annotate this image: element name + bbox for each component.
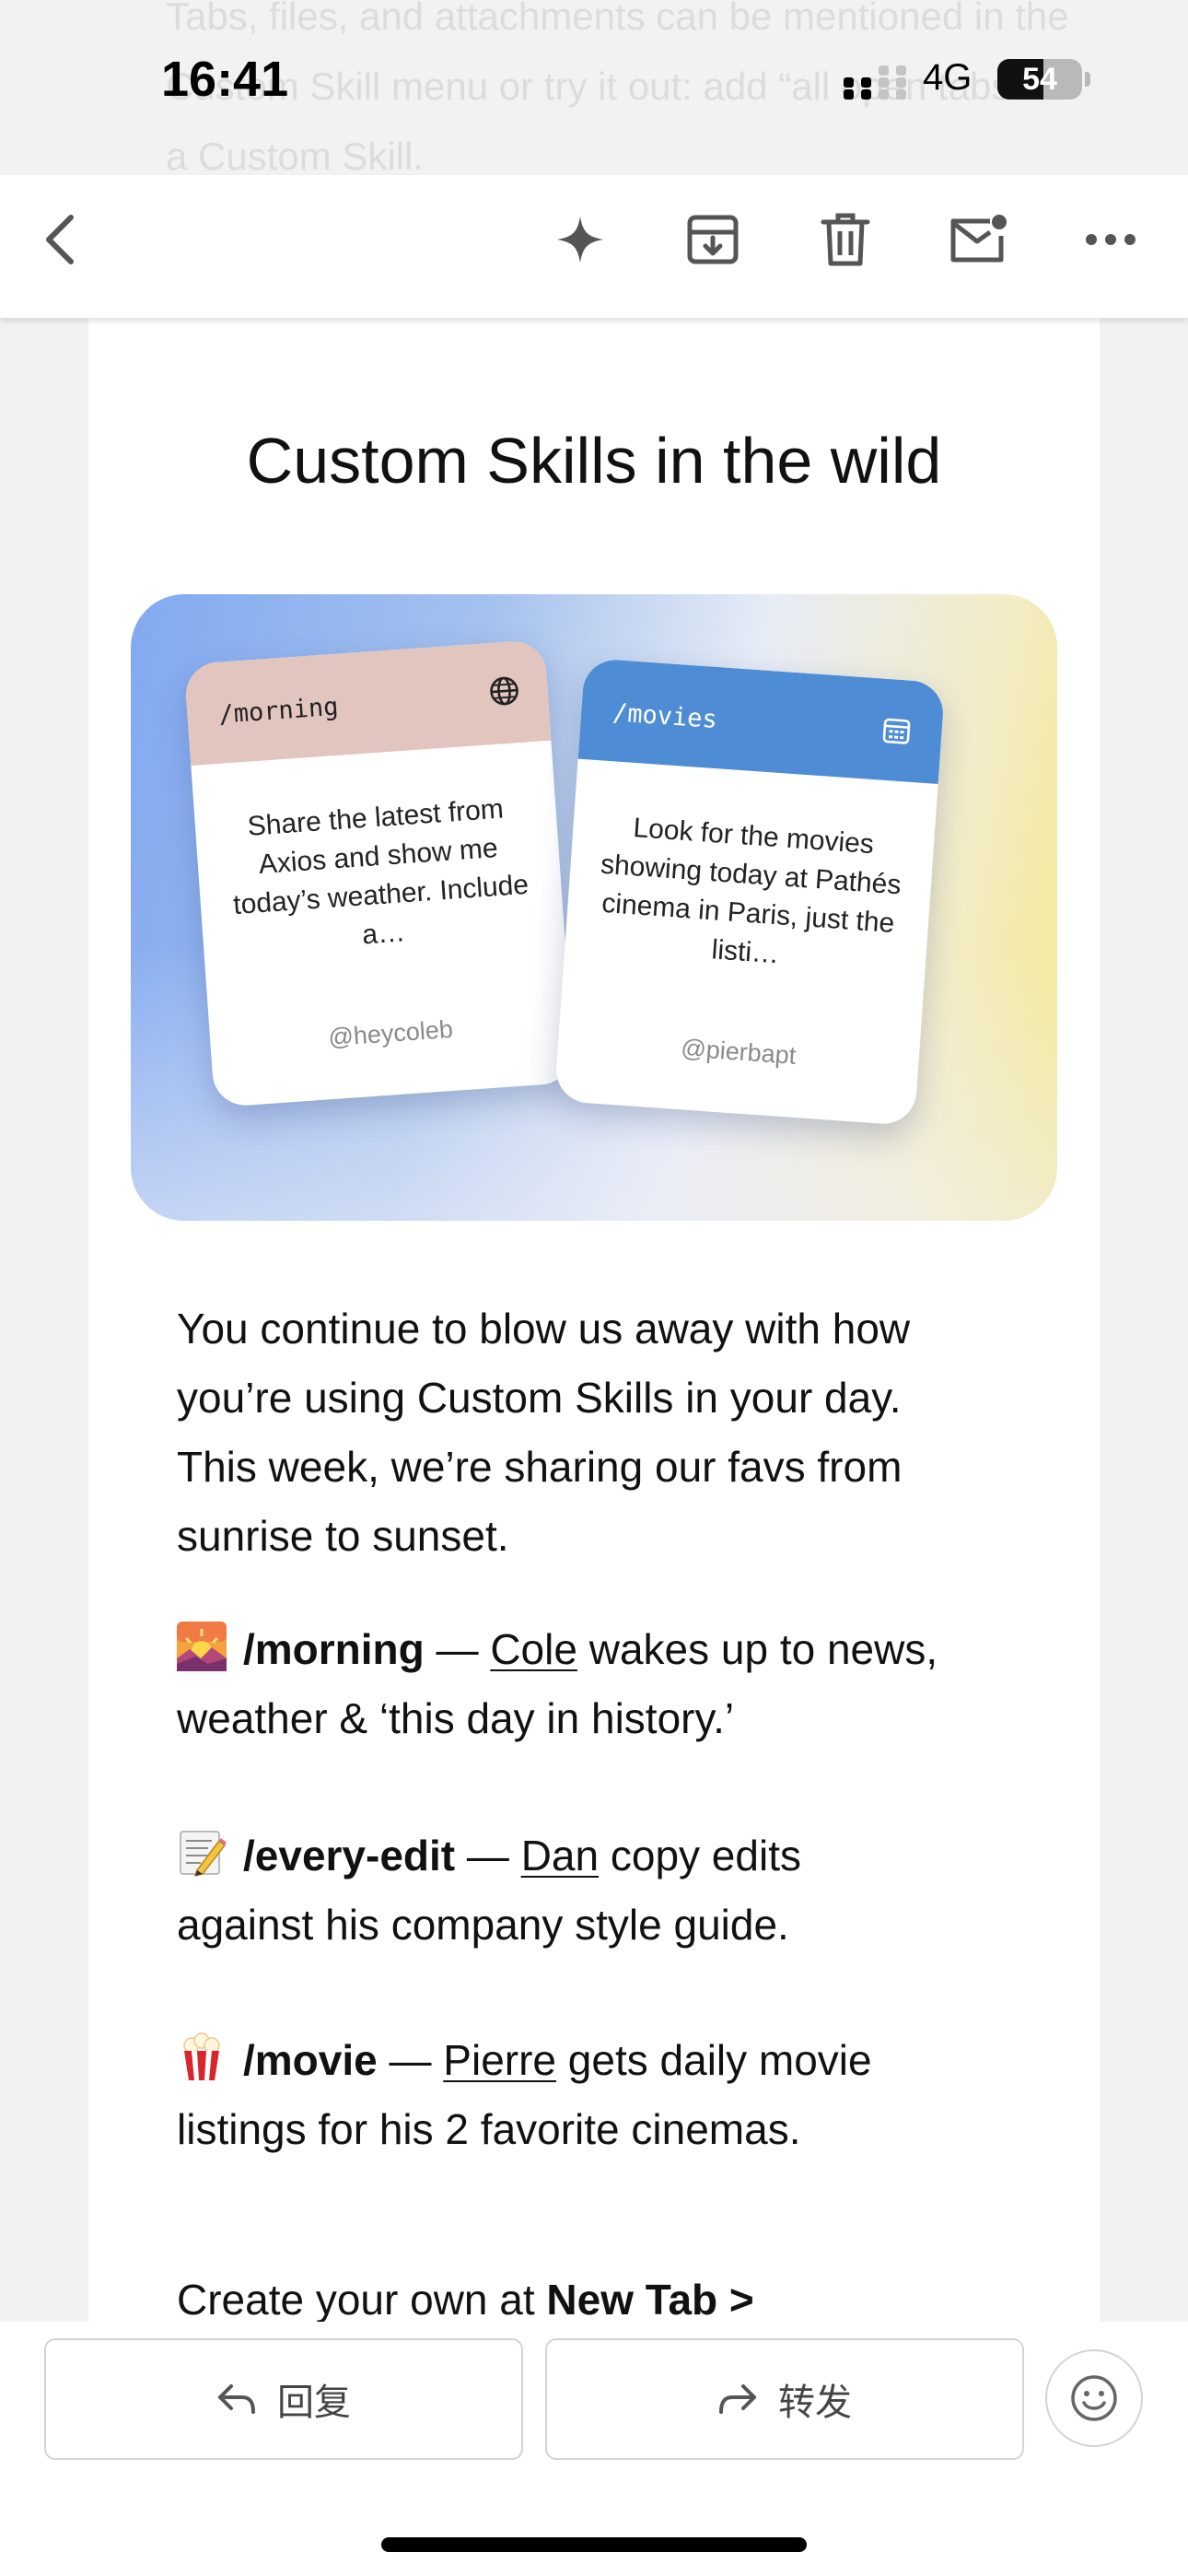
email-toolbar: [0, 175, 1188, 318]
skill-command: /morning: [243, 1625, 425, 1673]
skill-item-movie: /movie — Pierre gets daily movie listing…: [177, 2026, 872, 2164]
calendar-icon: [882, 718, 911, 744]
user-link-dan[interactable]: Dan: [521, 1832, 599, 1879]
hero-image: /morning Share the latest from Axios and…: [131, 594, 1057, 1221]
reaction-button[interactable]: [1045, 2349, 1143, 2447]
skill-item-every-edit: /every-edit — Dan copy edits against his…: [177, 1821, 801, 1960]
intro-paragraph: You continue to blow us away with how yo…: [177, 1294, 910, 1571]
skill-description: gets daily movie: [556, 2036, 872, 2084]
skill-description-line: against his company style guide.: [177, 1901, 789, 1949]
email-screen: Tabs, files, and attachments can be ment…: [0, 0, 1188, 2576]
separator-dash: —: [424, 1625, 491, 1673]
user-link-pierre[interactable]: Pierre: [443, 2036, 556, 2084]
skill-command: /every-edit: [243, 1832, 456, 1879]
email-headline: Custom Skills in the wild: [246, 425, 942, 497]
skill-description: copy edits: [599, 1832, 801, 1879]
more-button[interactable]: [1072, 201, 1149, 278]
skill-prompt: Look for the movies showing today at Pat…: [600, 813, 903, 970]
globe-icon: [490, 676, 518, 706]
smiley-icon: [1071, 2375, 1117, 2421]
reply-icon: [218, 2384, 255, 2414]
skill-card-movies: /movies Look for the movies showing toda…: [553, 657, 946, 1127]
skill-card-header: /morning: [183, 638, 552, 766]
skill-item-morning: /morning — Cole wakes up to news, weathe…: [177, 1615, 938, 1753]
chevron-left-icon: [46, 215, 74, 264]
reply-button[interactable]: 回复: [44, 2338, 523, 2460]
skill-description: wakes up to news,: [577, 1625, 938, 1673]
separator-dash: —: [455, 1832, 521, 1879]
skill-author-handle: @pierbapt: [680, 1034, 798, 1070]
home-indicator[interactable]: [381, 2537, 807, 2552]
reply-label: 回复: [277, 2383, 351, 2423]
trash-icon: [821, 213, 870, 266]
memo-icon: [180, 1831, 227, 1878]
forward-label: 转发: [778, 2383, 852, 2423]
intro-line: you’re using Custom Skills in your day.: [177, 1374, 902, 1422]
email-body: Custom Skills in the wild /morning Share…: [88, 318, 1100, 2326]
intro-line: You continue to blow us away with how: [177, 1305, 911, 1352]
sparkle-icon: [557, 217, 603, 263]
forward-icon: [719, 2384, 756, 2414]
mark-unread-icon: [950, 215, 1007, 263]
battery-percent: 54: [1022, 62, 1057, 97]
more-icon: [1086, 234, 1136, 245]
skill-description-line: listings for his 2 favorite cinemas.: [177, 2105, 801, 2153]
skill-prompt: Share the latest from Axios and show me …: [232, 793, 530, 951]
skill-card-header: /movies: [577, 657, 946, 784]
cta-prefix: Create your own at: [177, 2276, 547, 2324]
archive-button[interactable]: [674, 201, 751, 278]
status-bar: 16:41 4G 54: [0, 0, 1188, 175]
skill-author-handle: @heycoleb: [327, 1014, 454, 1052]
skill-command: /morning: [217, 692, 340, 730]
forward-button[interactable]: 转发: [545, 2338, 1024, 2460]
battery-icon: 54: [997, 59, 1082, 100]
sunrise-icon: [177, 1622, 227, 1671]
network-type: 4G: [923, 57, 973, 98]
intro-line: sunrise to sunset.: [177, 1512, 509, 1560]
cellular-signal-icon: [844, 65, 906, 100]
intro-line: This week, we’re sharing our favs from: [177, 1443, 903, 1491]
archive-icon: [687, 215, 739, 264]
skill-description-line: weather & ‘this day in history.’: [177, 1694, 735, 1742]
popcorn-icon: [183, 2032, 220, 2080]
mark-unread-button[interactable]: [939, 201, 1017, 278]
skill-command: /movies: [611, 698, 718, 735]
delete-button[interactable]: [807, 201, 884, 278]
skill-card-morning: /morning Share the latest from Axios and…: [183, 638, 576, 1108]
separator-dash: —: [377, 2036, 444, 2084]
user-link-cole[interactable]: Cole: [490, 1625, 577, 1673]
new-tab-link[interactable]: New Tab >: [546, 2276, 753, 2324]
back-button[interactable]: [22, 201, 99, 278]
status-time: 16:41: [161, 52, 289, 107]
battery-tip: [1085, 72, 1090, 87]
ai-assist-button[interactable]: [542, 201, 619, 278]
skill-command: /movie: [243, 2036, 378, 2084]
